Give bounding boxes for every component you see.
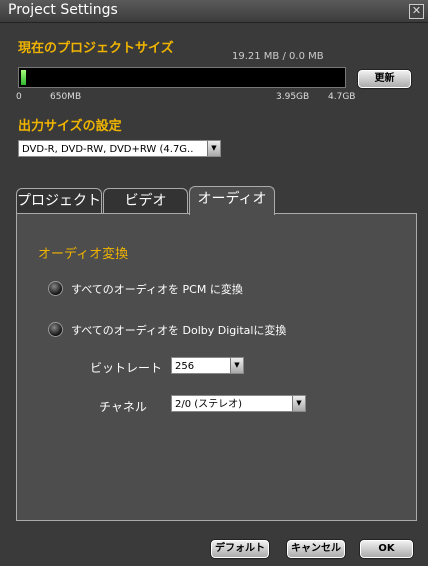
chevron-down-icon[interactable]: ▼ xyxy=(207,141,220,156)
radio-dolby-label: すべてのオーディオを Dolby Digitalに変換 xyxy=(71,324,287,337)
radio-pcm[interactable] xyxy=(48,281,63,296)
tab-video[interactable]: ビデオ xyxy=(103,188,188,214)
title-bar: Project Settings ✕ xyxy=(0,0,428,23)
project-size-bar xyxy=(18,67,346,88)
refresh-button[interactable]: 更新 xyxy=(357,69,412,89)
bitrate-label: ビットレート xyxy=(90,361,163,375)
scale-label-650mb: 650MB xyxy=(50,92,82,102)
scale-label-0: 0 xyxy=(16,92,22,102)
channel-select[interactable]: 2/0 (ステレオ) ▼ xyxy=(171,395,306,412)
project-size-bar-fill xyxy=(21,70,26,85)
radio-pcm-label: すべてのオーディオを PCM に変換 xyxy=(71,283,243,296)
close-icon[interactable]: ✕ xyxy=(409,4,424,19)
output-size-label: 出力サイズの設定 xyxy=(18,119,122,134)
tab-project[interactable]: プロジェクト xyxy=(16,188,102,214)
chevron-down-icon[interactable]: ▼ xyxy=(230,358,243,373)
chevron-down-icon[interactable]: ▼ xyxy=(292,396,305,411)
bitrate-select[interactable]: 256 ▼ xyxy=(171,357,244,374)
ok-button[interactable]: OK xyxy=(359,539,414,559)
scale-label-4-7gb: 4.7GB xyxy=(328,92,356,102)
channel-label: チャネル xyxy=(99,400,147,414)
project-size-readout: 19.21 MB / 0.0 MB xyxy=(232,51,324,62)
audio-conversion-label: オーディオ変換 xyxy=(38,247,129,262)
window-title: Project Settings xyxy=(8,2,118,18)
output-size-select[interactable]: DVD-R, DVD-RW, DVD+RW (4.7G.. ▼ xyxy=(18,140,221,157)
scale-label-3-95gb: 3.95GB xyxy=(276,92,310,102)
radio-dolby[interactable] xyxy=(48,322,63,337)
cancel-button[interactable]: キャンセル xyxy=(286,539,346,559)
output-size-value: DVD-R, DVD-RW, DVD+RW (4.7G.. xyxy=(22,144,194,155)
bitrate-value: 256 xyxy=(175,361,195,372)
channel-value: 2/0 (ステレオ) xyxy=(175,399,243,410)
default-button[interactable]: デフォルト xyxy=(210,539,270,559)
tab-audio[interactable]: オーディオ xyxy=(189,186,275,215)
project-size-label: 現在のプロジェクトサイズ xyxy=(18,41,174,56)
